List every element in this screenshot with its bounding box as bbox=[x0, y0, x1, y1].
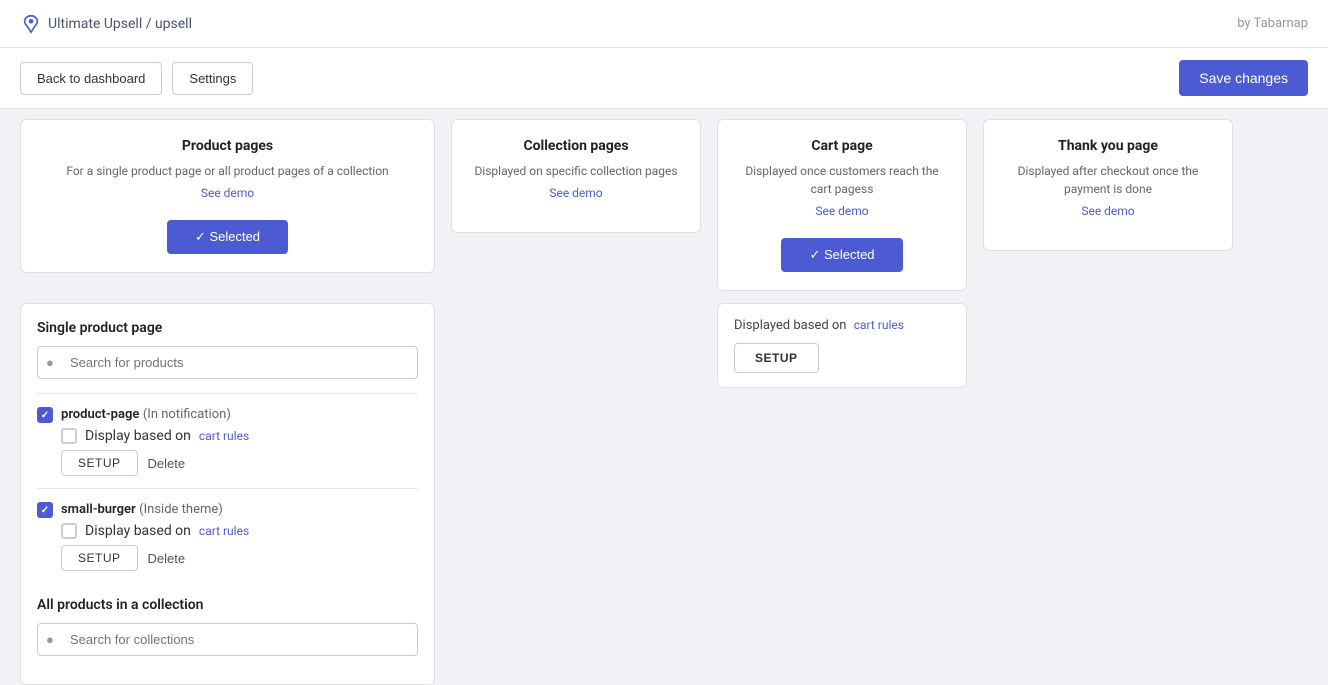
cart-detail-box: Displayed based on cart rules SETUP bbox=[717, 303, 967, 388]
product-pages-title: Product pages bbox=[182, 138, 273, 154]
collection-detail-col bbox=[451, 303, 701, 685]
all-products-title: All products in a collection bbox=[37, 597, 418, 613]
product-2-actions: SETUP Delete bbox=[61, 545, 418, 571]
product-2-cart-rules-link[interactable]: cart rules bbox=[199, 524, 249, 538]
product-1-sub: Display based on cart rules bbox=[61, 427, 418, 444]
cart-setup-button[interactable]: SETUP bbox=[734, 343, 819, 373]
product-1-cart-rules-link[interactable]: cart rules bbox=[199, 429, 249, 443]
product-2-display-checkbox[interactable] bbox=[61, 523, 77, 539]
top-bar: Ultimate Upsell / upsell by Tabarnap bbox=[0, 0, 1328, 48]
cart-page-col: Cart page Displayed once customers reach… bbox=[717, 119, 967, 291]
thank-you-page-desc: Displayed after checkout once the paymen… bbox=[1000, 162, 1216, 198]
single-product-page-title: Single product page bbox=[37, 320, 418, 336]
app-breadcrumb: Ultimate Upsell / upsell bbox=[48, 16, 192, 32]
cart-rules-link[interactable]: cart rules bbox=[854, 318, 904, 332]
product-2-sub: Display based on cart rules bbox=[61, 522, 418, 539]
collection-search-wrap: ● bbox=[37, 623, 418, 656]
all-products-section: All products in a collection ● bbox=[37, 583, 418, 684]
product-1-actions: SETUP Delete bbox=[61, 450, 418, 476]
product-pages-desc: For a single product page or all product… bbox=[66, 162, 388, 180]
product-item-1: product-page (In notification) Display b… bbox=[37, 393, 418, 488]
save-changes-button[interactable]: Save changes bbox=[1179, 60, 1308, 96]
app-logo: Ultimate Upsell / upsell bbox=[20, 13, 192, 35]
product-1-delete-button[interactable]: Delete bbox=[148, 456, 186, 471]
detail-row: Single product page ● product-page (In n… bbox=[0, 303, 1328, 685]
product-2-display-text: Display based on bbox=[85, 523, 191, 539]
collection-pages-desc: Displayed on specific collection pages bbox=[474, 162, 677, 180]
product-1-display-checkbox[interactable] bbox=[61, 428, 77, 444]
thank-you-detail-col bbox=[983, 303, 1233, 685]
product-2-checkbox[interactable] bbox=[37, 502, 53, 518]
toolbar: Back to dashboard Settings Save changes bbox=[0, 48, 1328, 109]
product-pages-selected-button[interactable]: ✓ Selected bbox=[167, 220, 288, 254]
toolbar-left: Back to dashboard Settings bbox=[20, 62, 253, 95]
cart-page-see-demo[interactable]: See demo bbox=[815, 204, 868, 218]
thank-you-page-see-demo[interactable]: See demo bbox=[1081, 204, 1134, 218]
product-pages-card: Product pages For a single product page … bbox=[20, 119, 435, 273]
product-pages-see-demo[interactable]: See demo bbox=[201, 186, 254, 200]
top-bar-left: Ultimate Upsell / upsell bbox=[20, 13, 192, 35]
cart-page-selected-button[interactable]: ✓ Selected bbox=[781, 238, 902, 272]
collection-search-input[interactable] bbox=[37, 623, 418, 656]
by-tabarnap-text: by Tabarnap bbox=[1237, 16, 1308, 31]
product-1-display-text: Display based on bbox=[85, 428, 191, 444]
page-type-cards-row: Product pages For a single product page … bbox=[0, 109, 1328, 291]
collection-pages-col: Collection pages Displayed on specific c… bbox=[451, 119, 701, 291]
product-2-setup-button[interactable]: SETUP bbox=[61, 545, 138, 571]
settings-button[interactable]: Settings bbox=[172, 62, 253, 95]
product-pages-col: Product pages For a single product page … bbox=[20, 119, 435, 291]
product-1-setup-button[interactable]: SETUP bbox=[61, 450, 138, 476]
cart-display-label: Displayed based on bbox=[734, 318, 846, 333]
product-1-checkbox[interactable] bbox=[37, 407, 53, 423]
collection-pages-title: Collection pages bbox=[523, 138, 628, 154]
product-item-2: small-burger (Inside theme) Display base… bbox=[37, 488, 418, 583]
app-logo-icon bbox=[20, 13, 42, 35]
collection-pages-card: Collection pages Displayed on specific c… bbox=[451, 119, 701, 233]
collection-pages-see-demo[interactable]: See demo bbox=[549, 186, 602, 200]
product-1-name: product-page bbox=[61, 407, 139, 422]
cart-page-title: Cart page bbox=[811, 138, 872, 154]
product-2-name: small-burger bbox=[61, 502, 136, 517]
product-search-input[interactable] bbox=[37, 346, 418, 379]
cart-displayed-text: Displayed based on cart rules bbox=[734, 318, 950, 333]
product-2-delete-button[interactable]: Delete bbox=[148, 551, 186, 566]
thank-you-page-col: Thank you page Displayed after checkout … bbox=[983, 119, 1233, 291]
cart-page-card: Cart page Displayed once customers reach… bbox=[717, 119, 967, 291]
product-2-tag: (Inside theme) bbox=[139, 502, 223, 517]
product-search-wrap: ● bbox=[37, 346, 418, 379]
product-1-tag: (In notification) bbox=[143, 407, 231, 422]
back-to-dashboard-button[interactable]: Back to dashboard bbox=[20, 62, 162, 95]
thank-you-page-title: Thank you page bbox=[1058, 138, 1158, 154]
left-detail-col: Single product page ● product-page (In n… bbox=[20, 303, 435, 685]
cart-detail-col: Displayed based on cart rules SETUP bbox=[717, 303, 967, 685]
thank-you-page-card: Thank you page Displayed after checkout … bbox=[983, 119, 1233, 251]
cart-page-desc: Displayed once customers reach the cart … bbox=[734, 162, 950, 198]
